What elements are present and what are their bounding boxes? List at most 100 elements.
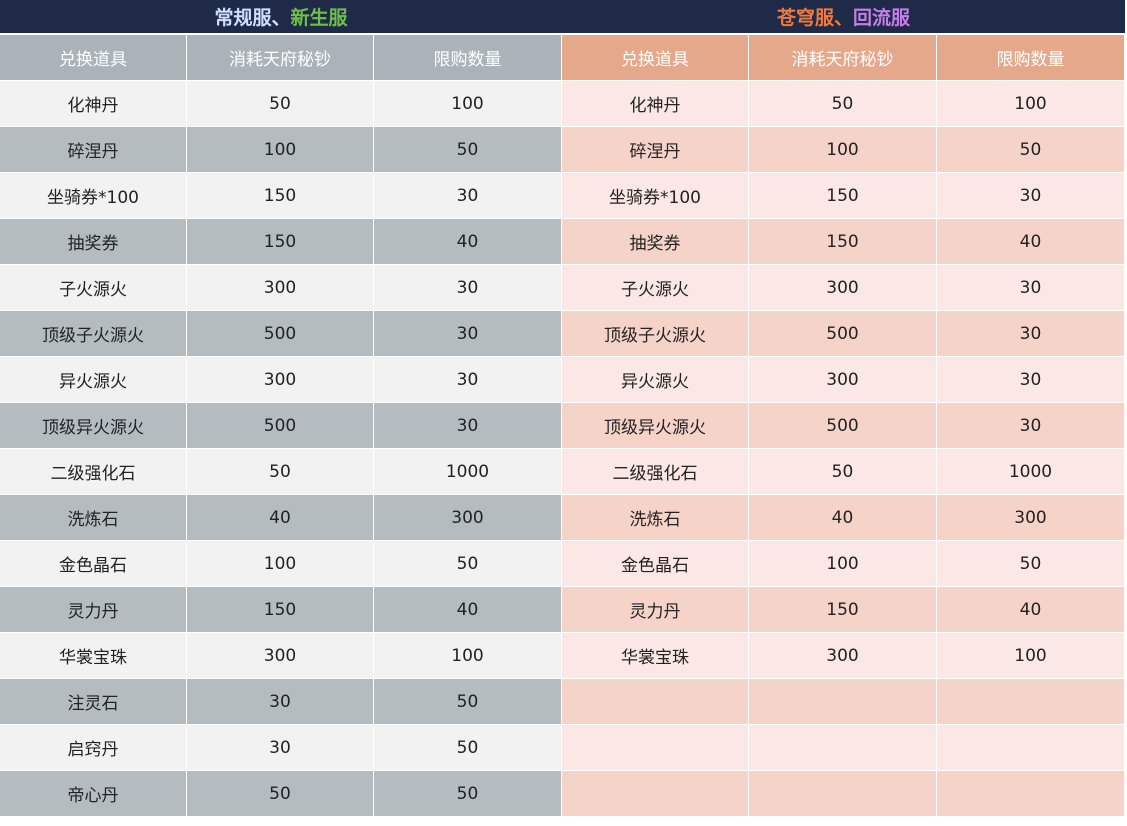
limit-cell: 40 (937, 219, 1125, 265)
exchange-tables: 常规服、新生服 兑换道具 消耗天府秘钞 限购数量 化神丹 50 100 碎涅丹 100 50 坐骑… (0, 0, 1127, 826)
limit-cell: 40 (374, 219, 562, 265)
cost-cell: 30 (187, 725, 374, 771)
limit-cell: 50 (937, 127, 1125, 173)
exchange-table: 兑换道具 消耗天府秘钞 限购数量 化神丹 50 100 碎涅丹 100 50 坐骑券*100 150… (0, 35, 562, 817)
item-name-cell: 抽奖券 (0, 219, 187, 265)
cost-cell: 50 (187, 81, 374, 127)
cost-cell: 150 (749, 173, 937, 219)
column-header: 限购数量 (937, 35, 1125, 81)
column-header: 消耗天府秘钞 (187, 35, 374, 81)
item-name-cell: 洗炼石 (0, 495, 187, 541)
limit-cell: 1000 (374, 449, 562, 495)
limit-cell: 100 (937, 633, 1125, 679)
limit-cell: 300 (937, 495, 1125, 541)
limit-cell: 30 (937, 173, 1125, 219)
item-name-cell: 帝心丹 (0, 771, 187, 817)
limit-cell: 30 (937, 265, 1125, 311)
item-name-cell: 化神丹 (0, 81, 187, 127)
item-name-cell: 异火源火 (0, 357, 187, 403)
column-header: 兑换道具 (0, 35, 187, 81)
limit-cell: 40 (937, 587, 1125, 633)
item-name-cell: 启窍丹 (0, 725, 187, 771)
column-header: 兑换道具 (562, 35, 749, 81)
limit-cell: 40 (374, 587, 562, 633)
limit-cell: 30 (374, 173, 562, 219)
cost-cell: 300 (187, 265, 374, 311)
cost-cell (749, 771, 937, 817)
limit-cell: 30 (374, 265, 562, 311)
regular-new-server-panel: 常规服、新生服 兑换道具 消耗天府秘钞 限购数量 化神丹 50 100 碎涅丹 100 50 坐骑… (0, 0, 562, 817)
item-name-cell: 灵力丹 (562, 587, 749, 633)
limit-cell: 100 (374, 633, 562, 679)
cost-cell: 500 (187, 311, 374, 357)
item-name-cell: 顶级子火源火 (0, 311, 187, 357)
item-name-cell: 洗炼石 (562, 495, 749, 541)
cost-cell: 300 (187, 357, 374, 403)
cost-cell: 150 (749, 587, 937, 633)
item-name-cell: 二级强化石 (562, 449, 749, 495)
limit-cell: 50 (937, 541, 1125, 587)
limit-cell: 50 (374, 127, 562, 173)
limit-cell: 30 (937, 403, 1125, 449)
cost-cell: 50 (187, 771, 374, 817)
limit-cell: 30 (374, 357, 562, 403)
cost-cell: 150 (187, 587, 374, 633)
item-name-cell: 二级强化石 (0, 449, 187, 495)
cost-cell: 100 (749, 541, 937, 587)
item-name-cell: 坐骑券*100 (0, 173, 187, 219)
item-name-cell: 坐骑券*100 (562, 173, 749, 219)
limit-cell: 30 (937, 357, 1125, 403)
item-name-cell: 金色晶石 (0, 541, 187, 587)
cost-cell: 150 (187, 173, 374, 219)
title-part: 苍穹服 (776, 7, 834, 29)
limit-cell: 50 (374, 725, 562, 771)
item-name-cell (562, 771, 749, 817)
cost-cell: 100 (187, 541, 374, 587)
cost-cell: 50 (749, 449, 937, 495)
cost-cell: 500 (187, 403, 374, 449)
column-header: 消耗天府秘钞 (749, 35, 937, 81)
limit-cell: 50 (374, 771, 562, 817)
title-part: 回流服 (853, 7, 911, 29)
cangqiong-return-server-panel: 苍穹服、回流服 兑换道具 消耗天府秘钞 限购数量 化神丹 50 100 碎涅丹 100 50 坐骑… (562, 0, 1125, 817)
panel-title: 常规服、新生服 (0, 0, 562, 35)
cost-cell: 300 (187, 633, 374, 679)
item-name-cell: 碎涅丹 (0, 127, 187, 173)
cost-cell: 300 (749, 633, 937, 679)
title-part: 、 (833, 7, 853, 29)
cost-cell: 300 (749, 265, 937, 311)
item-name-cell: 顶级异火源火 (0, 403, 187, 449)
cost-cell: 300 (749, 357, 937, 403)
limit-cell: 50 (374, 541, 562, 587)
item-name-cell: 顶级子火源火 (562, 311, 749, 357)
item-name-cell (562, 679, 749, 725)
item-name-cell: 华裳宝珠 (562, 633, 749, 679)
title-part: 新生服 (290, 7, 348, 29)
limit-cell: 30 (937, 311, 1125, 357)
cost-cell: 30 (187, 679, 374, 725)
cost-cell: 150 (749, 219, 937, 265)
item-name-cell: 异火源火 (562, 357, 749, 403)
cost-cell: 50 (749, 81, 937, 127)
item-name-cell (562, 725, 749, 771)
limit-cell: 30 (374, 403, 562, 449)
item-name-cell: 抽奖券 (562, 219, 749, 265)
item-name-cell: 灵力丹 (0, 587, 187, 633)
cost-cell: 50 (187, 449, 374, 495)
cost-cell: 40 (749, 495, 937, 541)
cost-cell: 500 (749, 403, 937, 449)
cost-cell: 150 (187, 219, 374, 265)
limit-cell: 100 (937, 81, 1125, 127)
item-name-cell: 金色晶石 (562, 541, 749, 587)
exchange-table: 兑换道具 消耗天府秘钞 限购数量 化神丹 50 100 碎涅丹 100 50 坐骑券*100 150… (562, 35, 1125, 817)
limit-cell: 300 (374, 495, 562, 541)
item-name-cell: 碎涅丹 (562, 127, 749, 173)
title-part: 、 (271, 7, 291, 29)
item-name-cell: 注灵石 (0, 679, 187, 725)
cost-cell: 40 (187, 495, 374, 541)
limit-cell: 50 (374, 679, 562, 725)
item-name-cell: 顶级异火源火 (562, 403, 749, 449)
item-name-cell: 子火源火 (562, 265, 749, 311)
title-part: 常规服 (214, 7, 272, 29)
panel-title: 苍穹服、回流服 (562, 0, 1125, 35)
